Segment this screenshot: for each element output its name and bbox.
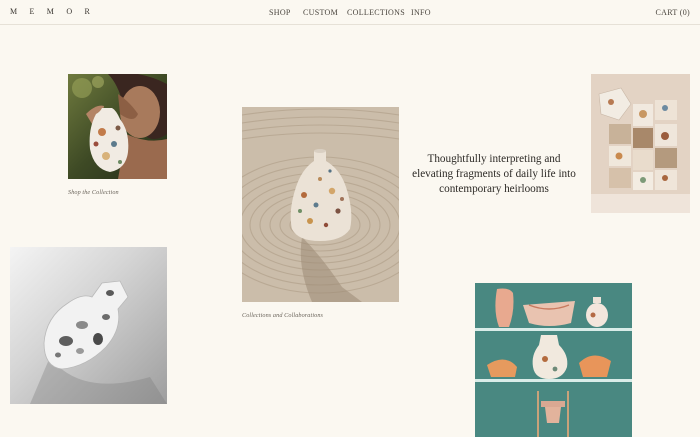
caption-shop-collection[interactable]: Shop the Collection: [68, 189, 119, 196]
fragments-collage-photo[interactable]: [591, 74, 690, 213]
cart-link[interactable]: CART (0): [656, 8, 690, 17]
nav-shop[interactable]: SHOP: [269, 8, 291, 17]
tagline-heading: Thoughtfully interpreting and elevating …: [412, 153, 576, 196]
brand-logo[interactable]: M E M O R: [10, 7, 95, 16]
nav-collections[interactable]: COLLECTIONS: [347, 8, 405, 17]
shelf-ceramics-photo[interactable]: [475, 283, 632, 437]
top-navigation-bar: M E M O R SHOP CUSTOM COLLECTIONS INFO C…: [0, 0, 700, 25]
nav-info[interactable]: INFO: [411, 8, 431, 17]
sand-vase-image: [242, 107, 399, 302]
fragments-collage-image: [591, 74, 690, 213]
woman-vase-image: [68, 74, 167, 179]
bw-vase-photo[interactable]: [10, 247, 167, 404]
nav-custom[interactable]: CUSTOM: [303, 8, 338, 17]
woman-vase-photo[interactable]: [68, 74, 167, 179]
shelf-ceramics-image: [475, 283, 632, 437]
bw-vase-image: [10, 247, 167, 404]
sand-vase-photo[interactable]: [242, 107, 399, 302]
caption-collections-collaborations[interactable]: Collections and Collaborations: [242, 312, 323, 319]
